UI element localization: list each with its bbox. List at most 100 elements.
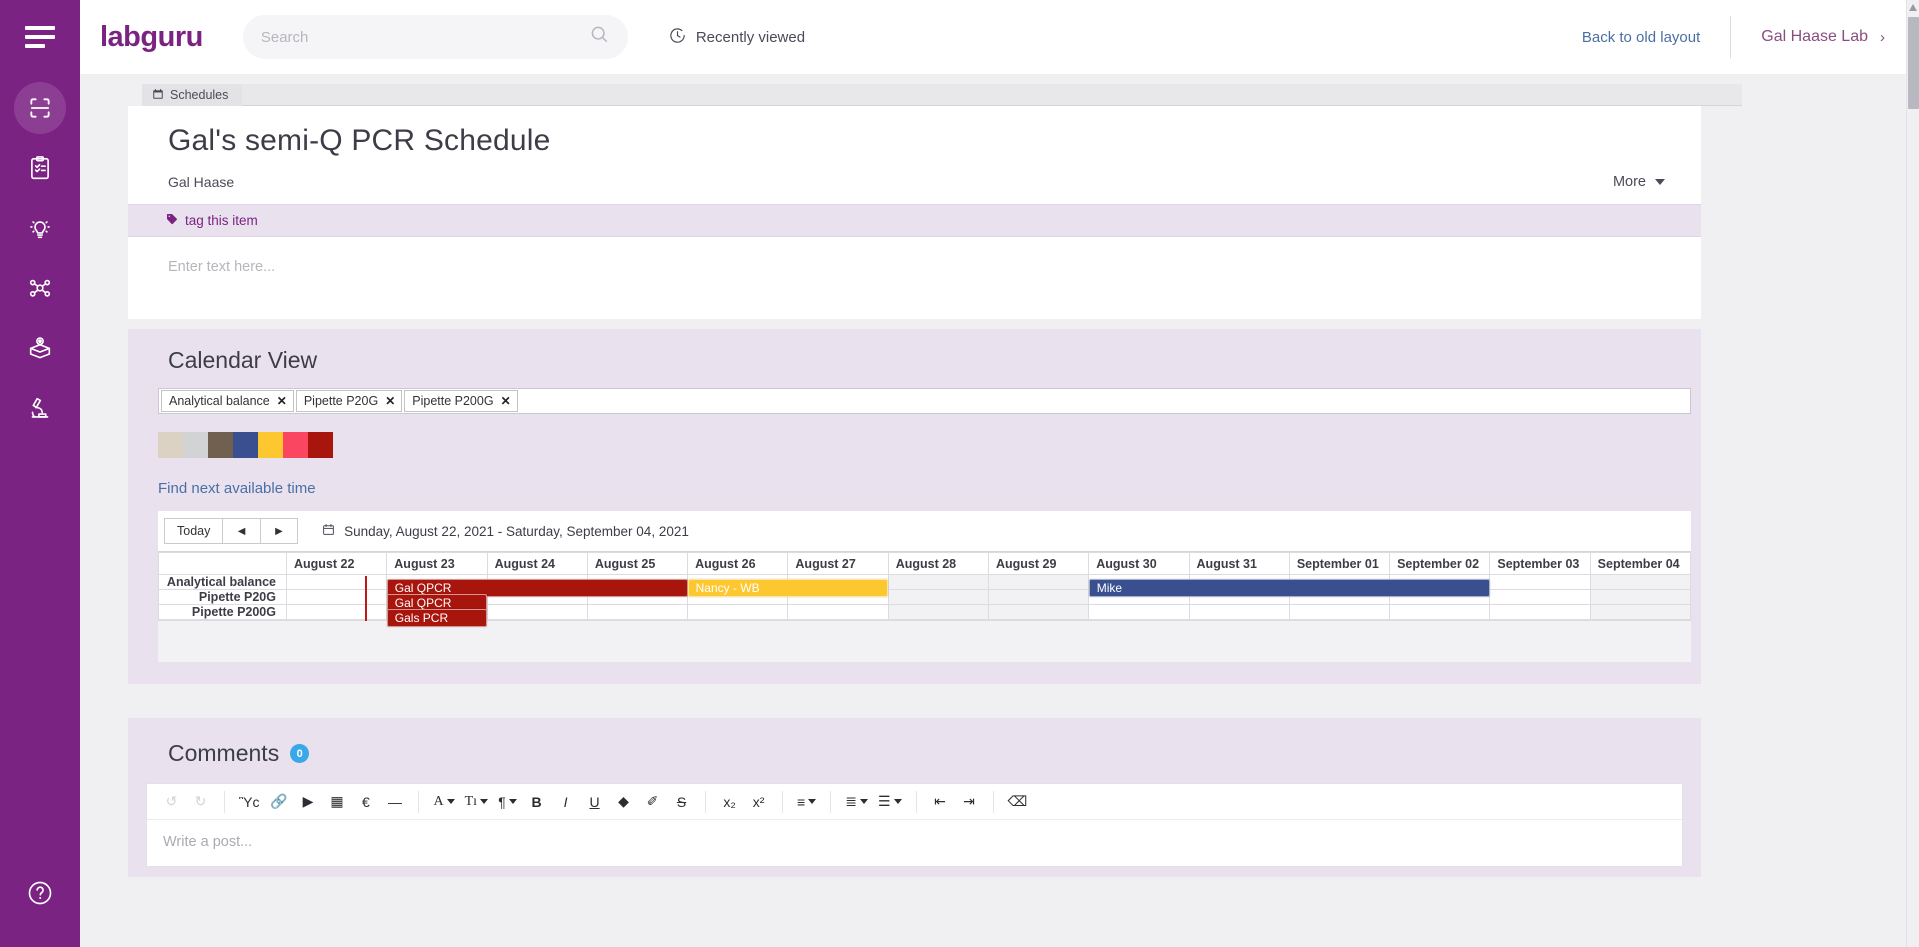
menu-icon[interactable]	[0, 0, 80, 74]
close-icon[interactable]: ✕	[501, 394, 511, 408]
sidebar-item-protocols[interactable]	[14, 142, 66, 194]
description-editor[interactable]: Enter text here...	[128, 237, 1701, 319]
calendar-day-cell[interactable]	[1088, 604, 1190, 620]
text-color-button[interactable]: ◆	[609, 784, 638, 820]
network-icon	[27, 275, 53, 301]
sidebar-item-inventory[interactable]	[14, 322, 66, 374]
comments-title: Comments	[168, 740, 280, 766]
font-size-button[interactable]: Tı	[460, 784, 493, 820]
more-button[interactable]: More	[1613, 174, 1665, 190]
search-box[interactable]	[242, 15, 628, 59]
close-icon[interactable]: ✕	[277, 394, 287, 408]
calendar-day-cell[interactable]	[1589, 604, 1692, 620]
bold-button[interactable]: B	[522, 784, 551, 820]
calendar-event[interactable]: Nancy - WB	[687, 578, 889, 597]
superscript-button[interactable]: x²	[744, 784, 773, 820]
sidebar-item-projects[interactable]	[14, 262, 66, 314]
calendar-day-cell[interactable]	[586, 604, 689, 620]
font-color-button[interactable]: A	[428, 784, 459, 820]
calendar-day-cell[interactable]	[1589, 574, 1692, 590]
insert-link-button[interactable]: 🔗	[264, 784, 293, 820]
unordered-list-button[interactable]: ☰	[873, 784, 907, 820]
sidebar-item-experiments[interactable]	[14, 202, 66, 254]
lab-switcher[interactable]: Gal Haase Lab ›	[1731, 28, 1919, 46]
find-next-available-time-link[interactable]: Find next available time	[128, 458, 1701, 511]
calendar-day-cell[interactable]	[887, 604, 989, 620]
sidebar-item-equipment[interactable]	[14, 382, 66, 434]
highlight-button[interactable]: ✐	[638, 784, 667, 820]
undo-icon: ↺	[165, 793, 178, 809]
outdent-button[interactable]: ⇤	[926, 784, 955, 820]
color-swatch[interactable]	[308, 432, 333, 458]
calendar-day-cell[interactable]	[285, 604, 388, 620]
ordered-list-button[interactable]: ≣	[840, 784, 873, 820]
calendar-day-cell[interactable]	[1489, 574, 1591, 590]
tab-schedules-label: Schedules	[170, 88, 229, 102]
insert-equation-button[interactable]: €	[351, 784, 380, 820]
sidebar-item-scan[interactable]	[14, 82, 66, 134]
calendar-day-header: August 27	[787, 552, 889, 575]
calendar-day-cell[interactable]	[285, 589, 388, 605]
resource-chip[interactable]: Pipette P200G ✕	[404, 390, 518, 412]
resource-chip[interactable]: Analytical balance ✕	[161, 390, 294, 412]
calendar-header-row: August 22 August 23 August 24 August 25 Augu…	[158, 552, 1692, 575]
calendar-day-cell[interactable]	[1389, 604, 1491, 620]
tag-this-item-button[interactable]: tag this item	[128, 204, 1701, 237]
calendar-day-cell[interactable]	[1188, 604, 1290, 620]
strikethrough-button[interactable]: S	[667, 784, 696, 820]
calendar-day-cell[interactable]	[787, 604, 889, 620]
next-period-button[interactable]: ►	[259, 518, 299, 544]
recently-viewed-button[interactable]: Recently viewed	[668, 26, 805, 49]
calendar-toolbar: Today ◄ ► Sunday, August 22, 2021 - Satu…	[158, 511, 1691, 551]
calendar-event[interactable]: Gals PCR	[386, 608, 488, 627]
scroll-up-arrow-icon[interactable]	[1909, 4, 1917, 11]
color-swatch[interactable]	[258, 432, 283, 458]
align-button[interactable]: ≡	[792, 784, 821, 820]
insert-image-button[interactable]: Ὓc	[234, 784, 264, 820]
prev-period-button[interactable]: ◄	[222, 518, 261, 544]
logo[interactable]: labguru	[100, 21, 203, 54]
calendar-day-cell[interactable]	[1489, 589, 1591, 605]
calendar-day-cell[interactable]	[987, 604, 1090, 620]
page-scrollbar[interactable]	[1906, 0, 1919, 947]
ordered-list-icon: ≣	[845, 793, 857, 809]
underline-button[interactable]: U	[580, 784, 609, 820]
calendar-day-cell[interactable]	[1589, 589, 1692, 605]
toolbar-separator	[782, 790, 784, 813]
insert-table-button[interactable]: ▦	[322, 784, 351, 820]
calendar-event[interactable]: Mike	[1088, 578, 1490, 597]
color-swatch[interactable]	[208, 432, 233, 458]
today-button[interactable]: Today	[164, 518, 224, 544]
calendar-day-cell[interactable]	[285, 574, 388, 590]
help-button[interactable]	[14, 869, 66, 921]
scrollbar-thumb[interactable]	[1908, 17, 1919, 109]
resource-filter-input[interactable]: Analytical balance ✕ Pipette P20G ✕ Pipette …	[158, 388, 1691, 414]
color-swatch[interactable]	[183, 432, 208, 458]
calendar-day-cell[interactable]	[687, 604, 789, 620]
color-swatch[interactable]	[233, 432, 258, 458]
horizontal-rule-button[interactable]: —	[380, 784, 409, 820]
calendar-day-cell[interactable]	[1489, 604, 1591, 620]
color-swatch[interactable]	[158, 432, 183, 458]
subscript-button[interactable]: x₂	[715, 784, 744, 820]
calendar-day-cell[interactable]	[987, 589, 1090, 605]
italic-button[interactable]: I	[551, 784, 580, 820]
inventory-box-icon	[27, 335, 53, 361]
close-icon[interactable]: ✕	[385, 394, 395, 408]
tab-schedules[interactable]: Schedules	[142, 84, 243, 106]
search-input[interactable]	[260, 28, 589, 46]
insert-video-button[interactable]: ▶	[293, 784, 322, 820]
paragraph-format-button[interactable]: ¶	[493, 784, 522, 820]
calendar-day-cell[interactable]	[1288, 604, 1391, 620]
back-to-old-layout-link[interactable]: Back to old layout	[1582, 29, 1730, 46]
calendar-day-cell[interactable]	[987, 574, 1090, 590]
resource-chip[interactable]: Pipette P20G ✕	[295, 390, 403, 412]
clear-formatting-button[interactable]: ⌫	[1003, 784, 1033, 820]
search-icon[interactable]	[589, 24, 610, 50]
color-swatch[interactable]	[283, 432, 308, 458]
calendar-day-cell[interactable]	[887, 589, 989, 605]
calendar-day-cell[interactable]	[887, 574, 989, 590]
calendar-day-cell[interactable]	[486, 604, 588, 620]
indent-button[interactable]: ⇥	[955, 784, 984, 820]
comment-input[interactable]: Write a post...	[147, 820, 1682, 866]
